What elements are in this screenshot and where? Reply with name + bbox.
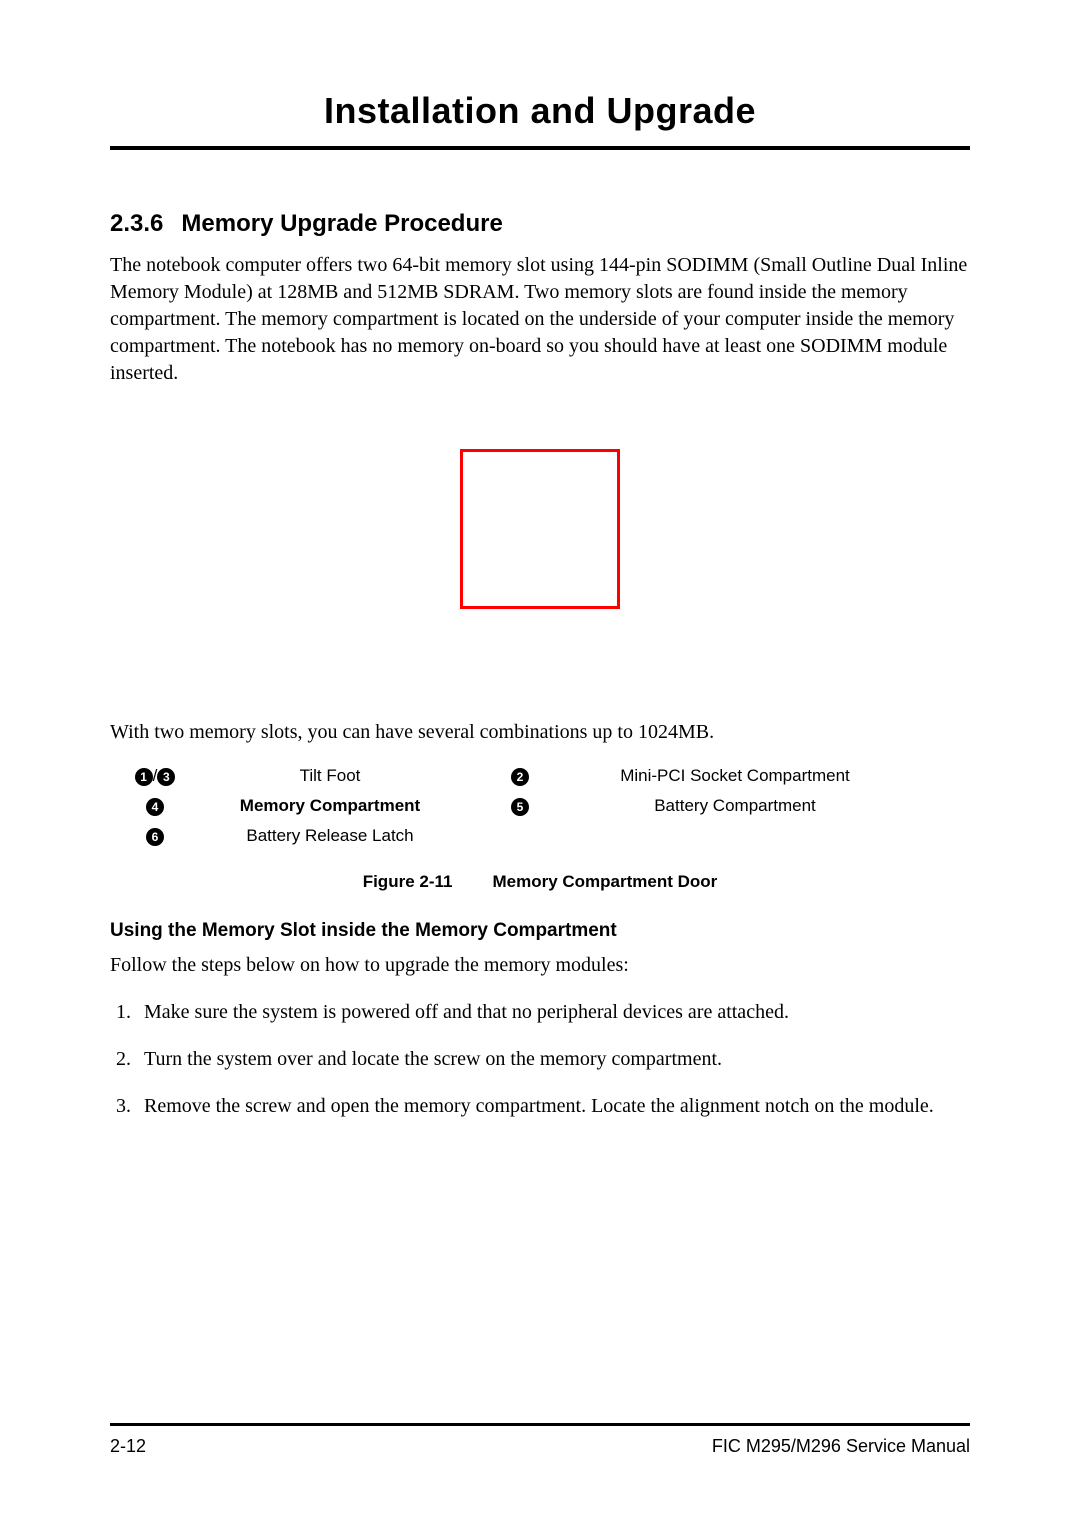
figure-number: Figure 2-11 (363, 872, 453, 891)
section-heading: 2.3.6 Memory Upgrade Procedure (110, 210, 970, 238)
legend-row: 4 Memory Compartment 5 Battery Compartme… (110, 796, 970, 816)
legend-marker: 4 (110, 796, 200, 816)
legend-label: Memory Compartment (200, 796, 460, 816)
legend-marker: 2 (460, 766, 580, 786)
legend-marker: 1/3 (110, 766, 200, 786)
legend-marker: 5 (460, 796, 580, 816)
figure-title: Memory Compartment Door (492, 872, 717, 891)
legend-row: 6 Battery Release Latch (110, 826, 970, 846)
footer-page-number: 2-12 (110, 1436, 146, 1457)
page-title: Installation and Upgrade (110, 90, 970, 150)
sub-heading: Using the Memory Slot inside the Memory … (110, 920, 970, 942)
legend-table: 1/3 Tilt Foot 2 Mini-PCI Socket Compartm… (110, 766, 970, 846)
marker-icon: 3 (157, 768, 175, 786)
section-number: 2.3.6 (110, 210, 163, 237)
step-item: Make sure the system is powered off and … (136, 999, 970, 1026)
figure-caption: Figure 2-11 Memory Compartment Door (110, 872, 970, 892)
marker-icon: 2 (511, 768, 529, 786)
legend-row: 1/3 Tilt Foot 2 Mini-PCI Socket Compartm… (110, 766, 970, 786)
section-para-2: With two memory slots, you can have seve… (110, 719, 970, 746)
section-para-1: The notebook computer offers two 64-bit … (110, 252, 970, 387)
legend-marker: 6 (110, 826, 200, 846)
section-para-3: Follow the steps below on how to upgrade… (110, 952, 970, 979)
legend-label: Mini-PCI Socket Compartment (580, 766, 890, 786)
footer-doc-title: FIC M295/M296 Service Manual (712, 1436, 970, 1457)
legend-label: Battery Release Latch (200, 826, 460, 846)
legend-label: Tilt Foot (200, 766, 460, 786)
step-item: Turn the system over and locate the scre… (136, 1046, 970, 1073)
marker-icon: 4 (146, 798, 164, 816)
legend-label: Battery Compartment (580, 796, 890, 816)
marker-icon: 6 (146, 828, 164, 846)
section-heading-text: Memory Upgrade Procedure (181, 210, 502, 237)
page-footer: 2-12 FIC M295/M296 Service Manual (110, 1423, 970, 1457)
marker-icon: 5 (511, 798, 529, 816)
figure-placeholder (460, 449, 620, 609)
steps-list: Make sure the system is powered off and … (110, 999, 970, 1120)
marker-icon: 1 (135, 768, 153, 786)
step-item: Remove the screw and open the memory com… (136, 1093, 970, 1120)
